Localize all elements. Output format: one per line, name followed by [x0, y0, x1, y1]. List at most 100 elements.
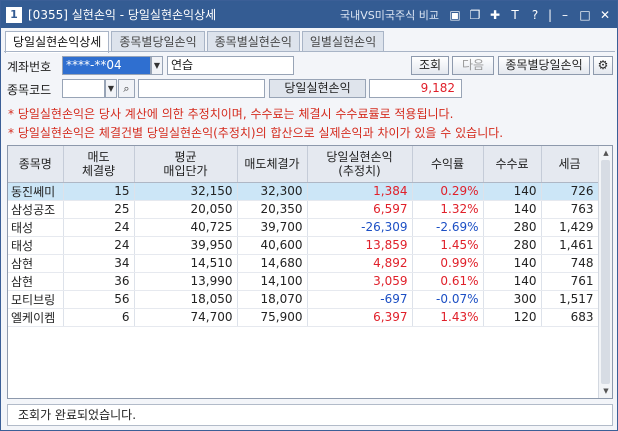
cell-sell-price: 14,100: [237, 272, 308, 291]
stock-dropdown-icon[interactable]: ▼: [105, 79, 117, 98]
cell-name: 엘케이켐: [8, 308, 64, 327]
cell-return: -2.69%: [412, 218, 484, 237]
cell-sell-price: 18,070: [237, 290, 308, 309]
tab-daily-realized-detail[interactable]: 당일실현손익상세: [5, 31, 110, 53]
tab-daily-realized[interactable]: 일별실현손익: [301, 31, 385, 52]
title-bar: 1 [0355] 실현손익 - 당일실현손익상세 국내VS미국주식 비교 ▣ ❐…: [1, 1, 617, 28]
table-body: 동진쎄미 15 32,150 32,300 1,384 0.29% 140 726 삼성공조 25…: [8, 182, 599, 327]
col-header-sell-qty[interactable]: 매도 체결량: [63, 146, 135, 183]
table-row[interactable]: 태성 24 40,725 39,700 -26,309 -2.69% 280 1,429: [8, 218, 599, 237]
cell-avg-price: 20,050: [134, 200, 238, 219]
help-icon[interactable]: ?: [527, 7, 543, 23]
copy-window-icon[interactable]: ❐: [467, 7, 483, 23]
cell-fee: 300: [483, 290, 542, 309]
cell-name: 삼현: [8, 272, 64, 291]
scroll-down-icon[interactable]: ▼: [599, 384, 612, 398]
table-row[interactable]: 모티브링 56 18,050 18,070 -697 -0.07% 300 1,517: [8, 290, 599, 309]
cell-avg-price: 39,950: [134, 236, 238, 255]
pin-icon[interactable]: ✚: [487, 7, 503, 23]
col-header-fee[interactable]: 수수료: [483, 146, 542, 183]
stock-code-input[interactable]: [62, 79, 105, 98]
realized-profit-table: 종목명 매도 체결량 평균 매입단가 매도체결가 당일실현손익 (추정치) 수익률 수…: [8, 146, 599, 327]
table-row[interactable]: 삼현 34 14,510 14,680 4,892 0.99% 140 748: [8, 254, 599, 273]
cell-name: 모티브링: [8, 290, 64, 309]
scroll-up-icon[interactable]: ▲: [599, 146, 612, 160]
tab-bar: 당일실현손익상세 종목별당일손익 종목별실현손익 일별실현손익: [5, 31, 386, 53]
tab-realized-by-stock[interactable]: 종목별실현손익: [206, 31, 300, 52]
cell-tax: 726: [541, 182, 599, 201]
cell-fee: 140: [483, 272, 542, 291]
cell-return: 1.45%: [412, 236, 484, 255]
cell-sell-qty: 34: [63, 254, 135, 273]
cell-name: 동진쎄미: [8, 182, 64, 201]
cell-sell-price: 32,300: [237, 182, 308, 201]
table-row[interactable]: 삼성공조 25 20,050 20,350 6,597 1.32% 140 763: [8, 200, 599, 219]
search-icon[interactable]: ⌕: [118, 79, 135, 98]
table-row[interactable]: 동진쎄미 15 32,150 32,300 1,384 0.29% 140 726: [8, 182, 599, 201]
cell-sell-price: 20,350: [237, 200, 308, 219]
cell-sell-price: 40,600: [237, 236, 308, 255]
window-number-badge[interactable]: 1: [6, 6, 22, 23]
cell-avg-price: 18,050: [134, 290, 238, 309]
scroll-thumb[interactable]: [601, 160, 610, 384]
account-label: 계좌번호: [7, 60, 52, 74]
cell-avg-price: 32,150: [134, 182, 238, 201]
table-header-row: 종목명 매도 체결량 평균 매입단가 매도체결가 당일실현손익 (추정치) 수익률 수…: [8, 146, 599, 183]
status-bar: 조회가 완료되었습니다.: [7, 404, 613, 426]
cell-tax: 748: [541, 254, 599, 273]
cell-tax: 761: [541, 272, 599, 291]
col-header-name[interactable]: 종목명: [8, 146, 64, 183]
cell-realized-pnl: 1,384: [307, 182, 413, 201]
maximize-icon[interactable]: □: [577, 7, 593, 23]
title-controls: 국내VS미국주식 비교 ▣ ❐ ✚ T ? | – □ ✕: [340, 1, 617, 28]
cell-tax: 1,461: [541, 236, 599, 255]
query-button[interactable]: 조회: [411, 56, 449, 75]
col-header-return[interactable]: 수익률: [412, 146, 484, 183]
cell-tax: 683: [541, 308, 599, 327]
cell-sell-qty: 56: [63, 290, 135, 309]
font-size-icon[interactable]: T: [507, 7, 523, 23]
table-row[interactable]: 엘케이켐 6 74,700 75,900 6,397 1.43% 120 683: [8, 308, 599, 327]
vertical-scrollbar[interactable]: ▲ ▼: [598, 146, 612, 398]
cell-realized-pnl: -697: [307, 290, 413, 309]
cell-return: 1.43%: [412, 308, 484, 327]
cell-name: 태성: [8, 218, 64, 237]
daily-profit-value: 9,182: [369, 79, 462, 98]
col-header-avg-price[interactable]: 평균 매입단가: [134, 146, 238, 183]
cell-avg-price: 74,700: [134, 308, 238, 327]
account-number-field[interactable]: ****-**04: [62, 56, 151, 75]
cell-name: 삼현: [8, 254, 64, 273]
cell-fee: 140: [483, 182, 542, 201]
screen-code: [0355]: [28, 8, 68, 22]
cell-sell-qty: 25: [63, 200, 135, 219]
table-row[interactable]: 삼현 36 13,990 14,100 3,059 0.61% 140 761: [8, 272, 599, 291]
cell-fee: 120: [483, 308, 542, 327]
window-link-icon[interactable]: ▣: [447, 7, 463, 23]
cell-return: -0.07%: [412, 290, 484, 309]
cell-sell-qty: 6: [63, 308, 135, 327]
cell-realized-pnl: -26,309: [307, 218, 413, 237]
cell-sell-qty: 15: [63, 182, 135, 201]
cell-sell-qty: 36: [63, 272, 135, 291]
cell-realized-pnl: 13,859: [307, 236, 413, 255]
col-header-realized-pnl[interactable]: 당일실현손익 (추정치): [307, 146, 413, 183]
stock-name-field: [138, 79, 265, 98]
cell-sell-qty: 24: [63, 218, 135, 237]
cell-return: 0.99%: [412, 254, 484, 273]
settings-gear-icon[interactable]: ⚙: [593, 56, 613, 75]
tab-daily-by-stock[interactable]: 종목별당일손익: [111, 31, 205, 52]
cell-sell-price: 75,900: [237, 308, 308, 327]
minimize-icon[interactable]: –: [557, 7, 573, 23]
col-header-tax[interactable]: 세금: [541, 146, 599, 183]
next-button[interactable]: 다음: [452, 56, 494, 75]
realized-profit-grid: 종목명 매도 체결량 평균 매입단가 매도체결가 당일실현손익 (추정치) 수익률 수…: [7, 145, 613, 399]
col-header-sell-price[interactable]: 매도체결가: [237, 146, 308, 183]
daily-by-stock-button[interactable]: 종목별당일손익: [498, 56, 590, 75]
close-icon[interactable]: ✕: [597, 7, 613, 23]
table-row[interactable]: 태성 24 39,950 40,600 13,859 1.45% 280 1,461: [8, 236, 599, 255]
daily-profit-label: 당일실현손익: [269, 79, 366, 98]
tab-underline: [4, 51, 615, 52]
compare-link[interactable]: 국내VS미국주식 비교: [340, 7, 439, 23]
account-dropdown-icon[interactable]: ▼: [151, 56, 163, 75]
cell-sell-qty: 24: [63, 236, 135, 255]
